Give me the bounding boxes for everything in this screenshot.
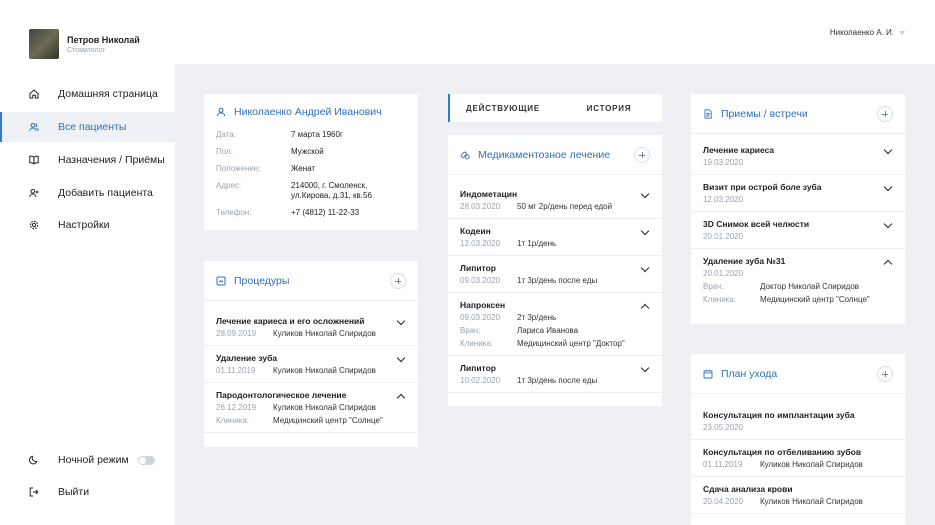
chevron-down-icon bbox=[899, 30, 905, 35]
logout-label: Выйти bbox=[58, 486, 90, 498]
avatar[interactable] bbox=[29, 29, 59, 59]
profile[interactable]: Петров Николай Стоматолог bbox=[29, 29, 140, 59]
night-mode-item: Ночной режим bbox=[0, 445, 175, 475]
sidebar-item-label: Добавить пациента bbox=[58, 187, 153, 199]
patient-field: Адрес: 214000, г. Смоленск, ул.Кирова, д.3… bbox=[216, 181, 372, 200]
sidebar-item-label: Настройки bbox=[58, 219, 110, 231]
sidebar-item-label: Домашняя страница bbox=[58, 88, 158, 100]
top-bar: Петров Николай Стоматолог Николаенко А. … bbox=[0, 0, 935, 64]
appointments-title: Приемы / встречи bbox=[721, 107, 808, 120]
sidebar-item-settings[interactable]: Настройки bbox=[0, 210, 175, 240]
list-item[interactable]: Консультация по имплантации зуба 23.05.2… bbox=[691, 403, 905, 440]
procedures-title: Процедуры bbox=[234, 274, 290, 287]
list-item[interactable]: Удаление зуба №31 20.01.2020 Врач: Доктор… bbox=[691, 249, 905, 311]
tab-active[interactable]: ДЕЙСТВУЮЩИЕ bbox=[448, 94, 556, 122]
sidebar-item-label: Все пациенты bbox=[58, 121, 127, 133]
tab-history[interactable]: ИСТОРИЯ bbox=[556, 94, 662, 122]
medication-title: Медикаментозное лечение bbox=[478, 148, 611, 161]
patient-field: Дата: 7 марта 1960г bbox=[216, 130, 343, 139]
night-mode-label: Ночной режим bbox=[58, 454, 129, 466]
patient-field: Пол: Мужской bbox=[216, 147, 324, 156]
list-item[interactable]: Сдача анализа крови 20.04.2020 Куликов Ни… bbox=[691, 477, 905, 514]
list-item[interactable]: Липитор 09.03.2020 1т 3р/день после еды bbox=[448, 256, 662, 293]
sidebar-item-label: Назначения / Приёмы bbox=[58, 154, 165, 166]
sidebar-item-appointments[interactable]: Назначения / Приёмы bbox=[0, 145, 175, 175]
user-menu[interactable]: Николаенко А. И. bbox=[830, 28, 905, 37]
list-item[interactable]: Липитор 10.02.2020 1т 3р/день после еды bbox=[448, 356, 662, 393]
list-item[interactable]: Удаление зуба 01.11.2019 Куликов Николай … bbox=[204, 346, 418, 383]
appointments-card: Приемы / встречи Лечение кариеса 19.03.2… bbox=[691, 94, 905, 324]
book-icon bbox=[29, 155, 39, 165]
logout-button[interactable]: Выйти bbox=[0, 477, 175, 507]
patient-field: Телефон: +7 (4812) 11-22-33 bbox=[216, 208, 360, 217]
add-care-plan-button[interactable] bbox=[877, 365, 893, 382]
care-plan-title: План ухода bbox=[721, 367, 778, 380]
sidebar-item-patients[interactable]: Все пациенты bbox=[0, 112, 175, 142]
list-item[interactable]: Визит при острой боле зуба 12.03.2020 bbox=[691, 175, 905, 212]
patient-name: Николаенко Андрей Иванович bbox=[234, 106, 382, 118]
home-icon bbox=[29, 89, 39, 99]
patient-card: Николаенко Андрей Иванович Дата: 7 марта … bbox=[204, 94, 418, 230]
pills-icon bbox=[460, 150, 470, 160]
list-item[interactable]: Кодеин 12.03.2020 1т 1р/день bbox=[448, 219, 662, 256]
care-plan-card: План ухода Консультация по имплантации з… bbox=[691, 354, 905, 525]
patient-field: Положение: Женат bbox=[216, 164, 316, 173]
procedures-card: Процедуры Лечение кариеса и его осложнен… bbox=[204, 261, 418, 447]
gear-icon bbox=[29, 220, 39, 230]
document-icon bbox=[703, 108, 713, 119]
sidebar-item-home[interactable]: Домашняя страница bbox=[0, 79, 175, 109]
profile-name: Петров Николай bbox=[67, 34, 140, 45]
list-item[interactable]: Лечение кариеса и его осложнений 28.09.2… bbox=[204, 309, 418, 346]
list-item[interactable]: Пародонтологическое лечение 26.12.2019 Ку… bbox=[204, 383, 418, 433]
procedure-icon bbox=[216, 276, 226, 286]
user-menu-label: Николаенко А. И. bbox=[829, 28, 894, 37]
list-item[interactable]: Консультация по отбеливанию зубов 01.11.… bbox=[691, 440, 905, 477]
add-appointment-button[interactable] bbox=[877, 105, 893, 122]
sidebar-item-add-patient[interactable]: Добавить пациента bbox=[0, 178, 175, 208]
logout-icon bbox=[29, 487, 39, 497]
list-item[interactable]: 3D Снимок всей челюсти 20.01.2020 bbox=[691, 212, 905, 249]
profile-role: Стоматолог bbox=[67, 46, 106, 54]
sidebar: Домашняя страница Все пациенты Назначени… bbox=[0, 64, 175, 525]
calendar-icon bbox=[703, 369, 713, 379]
list-item[interactable]: Индометацин 28.03.2020 50 мг 2р/день пере… bbox=[448, 182, 662, 219]
night-mode-toggle[interactable] bbox=[138, 456, 155, 465]
list-item[interactable]: Напроксен 09.03.2020 2т 3р/день Врач: Лари… bbox=[448, 293, 662, 356]
user-icon bbox=[216, 107, 226, 117]
moon-icon bbox=[29, 455, 39, 465]
add-procedure-button[interactable] bbox=[390, 272, 406, 289]
users-icon bbox=[29, 122, 39, 132]
add-medication-button[interactable] bbox=[634, 146, 650, 163]
add-user-icon bbox=[29, 188, 39, 198]
list-item[interactable]: Лечение кариеса 19.03.2020 bbox=[691, 138, 905, 175]
tabs: ДЕЙСТВУЮЩИЕ ИСТОРИЯ bbox=[448, 94, 662, 122]
medication-card: Медикаментозное лечение Индометацин 28.0… bbox=[448, 135, 662, 406]
